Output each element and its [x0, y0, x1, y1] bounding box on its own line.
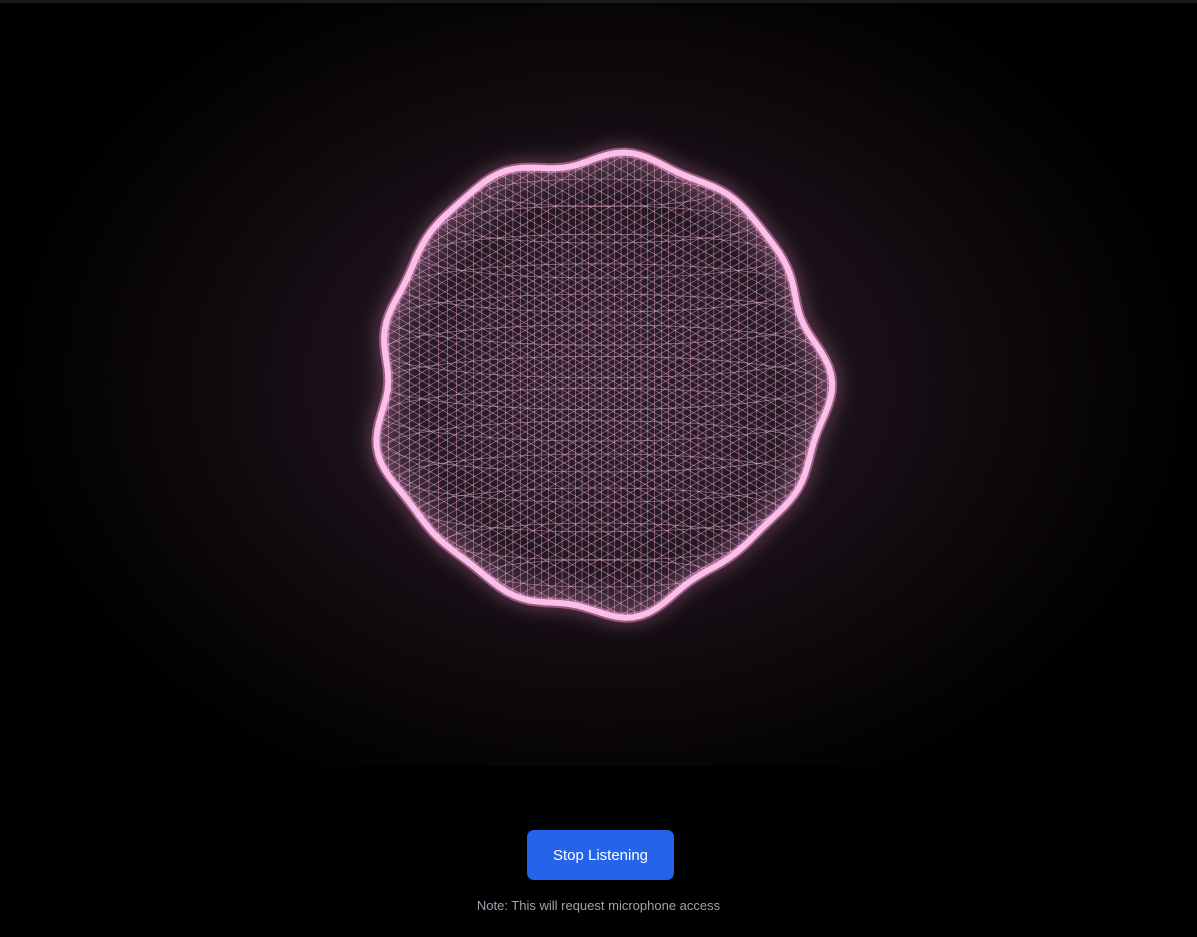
stop-listening-button[interactable]: Stop Listening [527, 830, 674, 880]
wireframe-sphere [371, 147, 838, 623]
controls-panel: Stop Listening Note: This will request m… [0, 766, 1197, 937]
visualizer-svg [371, 147, 838, 623]
audio-visualizer-canvas [0, 3, 1197, 766]
microphone-note: Note: This will request microphone acces… [476, 898, 721, 913]
